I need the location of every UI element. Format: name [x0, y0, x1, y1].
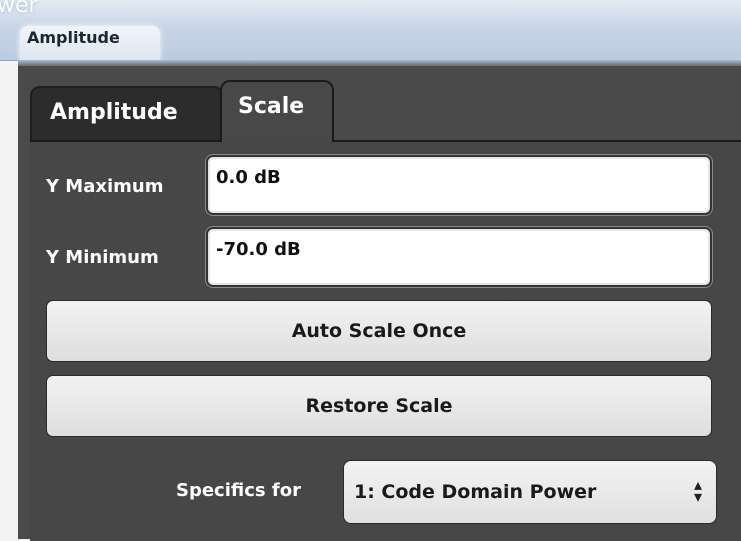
up-down-arrows-icon: ▴ ▾: [693, 475, 702, 506]
y-minimum-input[interactable]: -70.0 dB: [206, 227, 712, 287]
y-minimum-label: Y Minimum: [46, 247, 159, 268]
y-maximum-label: Y Maximum: [46, 176, 164, 197]
tab-amplitude[interactable]: Amplitude: [30, 86, 224, 144]
dialog-title: Amplitude: [27, 28, 120, 47]
auto-scale-once-button[interactable]: Auto Scale Once: [46, 300, 712, 362]
tab-scale-label: Scale: [238, 94, 305, 119]
y-maximum-input[interactable]: 0.0 dB: [206, 155, 712, 215]
restore-scale-label: Restore Scale: [305, 395, 453, 417]
frame-top-edge: [18, 60, 741, 66]
window-title-fragment: wer: [0, 0, 38, 18]
restore-scale-button[interactable]: Restore Scale: [46, 375, 712, 437]
auto-scale-once-label: Auto Scale Once: [291, 320, 467, 342]
specifics-for-value: 1: Code Domain Power: [354, 481, 597, 503]
specifics-for-label: Specifics for: [176, 480, 301, 501]
tab-amplitude-label: Amplitude: [50, 100, 178, 125]
specifics-for-select[interactable]: 1: Code Domain Power ▴ ▾: [343, 460, 717, 524]
tab-scale[interactable]: Scale: [220, 80, 334, 142]
